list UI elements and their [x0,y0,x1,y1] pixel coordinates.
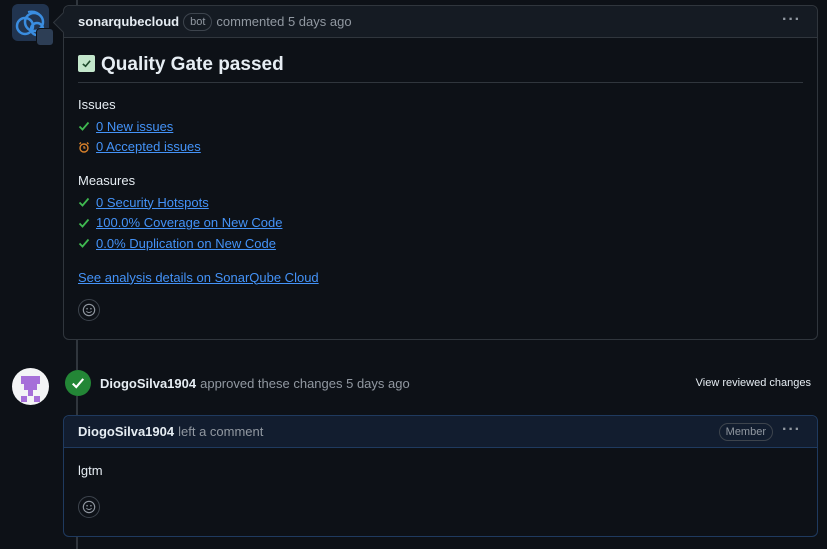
timeline-line [76,340,78,370]
approval-event: DiogoSilva1904 approved these changes 5 … [100,376,410,391]
add-reaction-button[interactable] [78,298,100,321]
accepted-issues-link[interactable]: 0 Accepted issues [96,139,201,154]
smiley-icon [82,303,96,316]
issue-row: 0 New issues [78,116,803,137]
diogosilva-avatar[interactable] [12,368,49,405]
comment-text: lgtm [78,463,103,478]
check-icon [78,198,90,208]
comment-header: sonarqubecloud bot commented 5 days ago … [64,6,817,38]
comment-action: commented 5 days ago [216,14,352,29]
comment-body: lgtm [64,448,817,530]
measure-row: 100.0% Coverage on New Code [78,213,803,234]
more-options-button[interactable]: ··· [782,421,801,439]
member-badge: Member [718,423,773,441]
comment-sonarqubecloud: sonarqubecloud bot commented 5 days ago … [52,5,818,340]
comment-author[interactable]: sonarqubecloud [78,14,179,29]
comment-body: Quality Gate passed Issues 0 New issues … [64,38,817,333]
check-icon [72,378,85,389]
sonarqubecloud-avatar[interactable] [12,4,54,46]
comment-author[interactable]: DiogoSilva1904 [78,424,174,439]
quality-gate-title: Quality Gate passed [78,54,803,83]
app-badge-icon [36,28,54,46]
comment-action: left a comment [178,424,264,439]
more-options-button[interactable]: ··· [782,11,801,29]
comment-header: DiogoSilva1904 left a comment Member ··· [64,416,817,448]
issue-row: 0 Accepted issues [78,137,803,158]
check-icon [78,239,90,249]
duplication-link[interactable]: 0.0% Duplication on New Code [96,236,276,251]
quality-gate-title-text: Quality Gate passed [101,54,284,75]
reviewer-name[interactable]: DiogoSilva1904 [100,376,196,391]
alarm-icon [79,141,89,153]
timeline-line [76,396,78,415]
analysis-details-link[interactable]: See analysis details on SonarQube Cloud [78,270,319,285]
coverage-link[interactable]: 100.0% Coverage on New Code [96,215,282,230]
approved-badge [65,370,91,396]
identicon-icon [21,376,40,402]
check-icon [78,218,90,228]
measure-row: 0 Security Hotspots [78,192,803,213]
check-box-icon [78,54,95,72]
view-reviewed-changes-button[interactable]: View reviewed changes [696,377,811,389]
security-hotspots-link[interactable]: 0 Security Hotspots [96,195,209,210]
measures-heading: Measures [78,173,136,188]
smiley-icon [82,500,96,514]
timeline-line [76,537,78,549]
measure-row: 0.0% Duplication on New Code [78,233,803,254]
new-issues-link[interactable]: 0 New issues [96,119,173,134]
add-reaction-button[interactable] [78,496,100,518]
comment-diogosilva: DiogoSilva1904 left a comment Member ···… [63,415,818,537]
issues-heading: Issues [78,97,116,112]
bot-badge: bot [183,12,213,31]
approval-text: approved these changes 5 days ago [200,376,410,391]
check-icon [78,122,90,132]
